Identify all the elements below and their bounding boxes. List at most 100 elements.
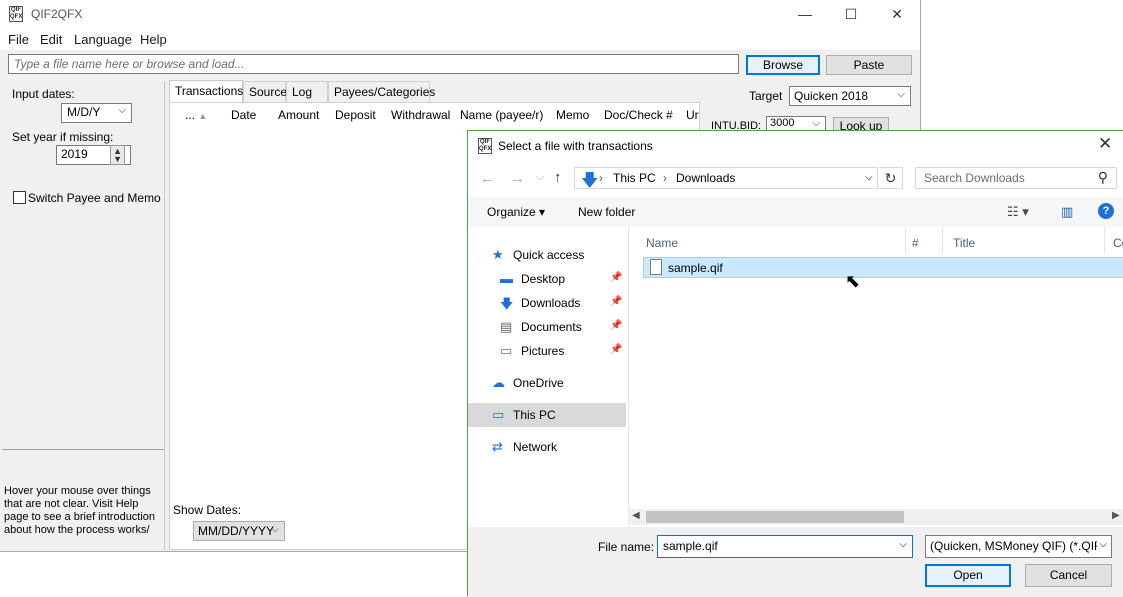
- file-list-pane: Name # Title Co sample.qif ⬉: [628, 227, 1123, 527]
- input-dates-label: Input dates:: [12, 87, 75, 101]
- switch-payee-memo-checkbox[interactable]: [13, 191, 26, 204]
- nav-item-onedrive[interactable]: ☁ OneDrive: [468, 371, 626, 395]
- nav-item-pictures[interactable]: ▭ Pictures 📌: [468, 339, 626, 363]
- breadcrumb-downloads[interactable]: Downloads: [676, 171, 735, 185]
- breadcrumb-separator-icon: ›: [663, 171, 667, 185]
- menu-file[interactable]: File: [8, 32, 29, 47]
- column-header-withdrawal[interactable]: Withdrawal: [391, 108, 450, 122]
- scroll-left-icon[interactable]: ◀: [632, 510, 640, 521]
- open-button[interactable]: Open: [925, 564, 1011, 587]
- chevron-down-icon: ⌵: [271, 524, 279, 535]
- file-type-select[interactable]: (Quicken, MSMoney QIF) (*.QIF ⌵: [925, 535, 1112, 558]
- breadcrumb-this-pc[interactable]: This PC: [613, 171, 656, 185]
- window-title: QIF2QFX: [31, 7, 83, 21]
- minimize-button[interactable]: —: [782, 0, 828, 30]
- star-icon: ★: [492, 247, 504, 262]
- date-format-value: M/D/Y: [67, 105, 101, 119]
- pin-icon[interactable]: 📌: [610, 320, 622, 331]
- column-header-deposit[interactable]: Deposit: [335, 108, 376, 122]
- nav-item-network[interactable]: ⇄ Network: [468, 435, 626, 459]
- search-input[interactable]: Search Downloads ⚲: [915, 167, 1117, 189]
- paste-button[interactable]: Paste: [826, 55, 912, 75]
- column-header-title[interactable]: Title: [953, 236, 975, 250]
- browse-button[interactable]: Browse: [746, 55, 820, 75]
- pin-icon[interactable]: 📌: [610, 344, 622, 355]
- column-header-contributing[interactable]: Co: [1113, 236, 1123, 250]
- column-header-ur[interactable]: Ur: [686, 108, 699, 122]
- title-bar: QIF QFX QIF2QFX — ☐ ✕: [0, 0, 920, 30]
- column-header-doc-check[interactable]: Doc/Check #: [604, 108, 673, 122]
- recent-locations-icon[interactable]: ⌵: [536, 171, 544, 184]
- file-name-value: sample.qif: [663, 539, 718, 553]
- breadcrumb-separator-icon: ›: [599, 171, 603, 185]
- column-header-more[interactable]: ... ▲: [185, 108, 207, 122]
- show-dates-label: Show Dates:: [173, 503, 242, 517]
- navigation-pane: ★ Quick access ▬ Desktop 📌 🡇 Downloads 📌…: [468, 227, 628, 527]
- nav-item-quick-access[interactable]: ★ Quick access: [468, 243, 626, 267]
- chevron-down-icon[interactable]: ⌵: [865, 172, 873, 183]
- new-folder-button[interactable]: New folder: [578, 205, 635, 219]
- year-spinner[interactable]: 2019 ▲ ▼: [56, 145, 131, 165]
- nav-item-desktop[interactable]: ▬ Desktop 📌: [468, 267, 626, 291]
- nav-item-downloads[interactable]: 🡇 Downloads 📌: [468, 291, 626, 315]
- file-icon: [650, 259, 662, 275]
- column-header-date[interactable]: Date: [231, 108, 256, 122]
- year-value: 2019: [61, 147, 88, 161]
- download-icon: 🡇: [500, 296, 514, 311]
- menu-edit[interactable]: Edit: [40, 32, 62, 47]
- spinner-icon[interactable]: ▲ ▼: [110, 145, 125, 165]
- menu-language[interactable]: Language: [74, 32, 132, 47]
- date-format-select[interactable]: M/D/Y ⌵: [61, 103, 132, 123]
- up-arrow-icon[interactable]: ↑: [554, 169, 562, 186]
- chevron-down-icon[interactable]: ⌵: [899, 539, 907, 550]
- view-options-icon[interactable]: ☷ ▾: [1007, 204, 1029, 220]
- file-name-input[interactable]: sample.qif ⌵: [657, 535, 913, 558]
- dialog-title-bar: QIF QFX Select a file with transactions …: [468, 131, 1123, 161]
- file-path-input[interactable]: Type a file name here or browse and load…: [8, 54, 739, 74]
- maximize-button[interactable]: ☐: [828, 0, 874, 30]
- column-header-number[interactable]: #: [912, 236, 919, 250]
- organize-button[interactable]: Organize ▾: [487, 205, 545, 219]
- app-icon: QIF QFX: [478, 138, 492, 154]
- refresh-icon[interactable]: ↻: [879, 167, 903, 189]
- preview-pane-icon[interactable]: ▥: [1061, 204, 1073, 220]
- tab-transactions[interactable]: Transactions: [169, 80, 243, 103]
- address-bar[interactable]: 🡇 › This PC › Downloads ⌵: [574, 167, 878, 190]
- target-value: Quicken 2018: [794, 89, 869, 103]
- column-divider[interactable]: [905, 227, 906, 253]
- file-row[interactable]: sample.qif: [643, 257, 1123, 278]
- pin-icon[interactable]: 📌: [610, 296, 622, 307]
- scrollbar-thumb[interactable]: [646, 511, 904, 523]
- help-hint-text: Hover your mouse over things that are no…: [4, 485, 156, 536]
- download-folder-icon: 🡇: [581, 171, 599, 190]
- tab-log[interactable]: Log: [286, 81, 328, 102]
- mouse-cursor-icon: ⬉: [845, 271, 861, 291]
- column-divider[interactable]: [1104, 227, 1105, 253]
- help-icon[interactable]: ?: [1098, 203, 1114, 219]
- dialog-title: Select a file with transactions: [498, 139, 653, 153]
- cancel-button[interactable]: Cancel: [1025, 564, 1112, 587]
- search-placeholder: Search Downloads: [924, 171, 1025, 185]
- tab-payees-categories[interactable]: Payees/Categories: [328, 81, 435, 102]
- menu-help[interactable]: Help: [140, 32, 167, 47]
- scroll-right-icon[interactable]: ▶: [1112, 510, 1120, 521]
- forward-arrow-icon[interactable]: →: [510, 170, 525, 187]
- desktop-icon: ▬: [500, 271, 513, 286]
- tab-source[interactable]: Source: [243, 81, 287, 102]
- close-button[interactable]: ✕: [874, 0, 920, 30]
- column-header-name[interactable]: Name (payee/r): [460, 108, 543, 122]
- back-arrow-icon[interactable]: ←: [480, 170, 495, 187]
- nav-item-documents[interactable]: ▤ Documents 📌: [468, 315, 626, 339]
- column-header-name[interactable]: Name: [646, 236, 678, 250]
- pin-icon[interactable]: 📌: [610, 272, 622, 283]
- nav-item-this-pc[interactable]: ▭ This PC: [468, 403, 626, 427]
- column-header-memo[interactable]: Memo: [556, 108, 589, 122]
- column-divider[interactable]: [942, 227, 943, 253]
- dialog-footer: File name: sample.qif ⌵ (Quicken, MSMone…: [468, 527, 1123, 597]
- column-header-amount[interactable]: Amount: [278, 108, 319, 122]
- dialog-close-button[interactable]: ✕: [1098, 134, 1112, 154]
- documents-icon: ▤: [500, 319, 513, 334]
- target-select[interactable]: Quicken 2018 ⌵: [789, 86, 911, 106]
- horizontal-scrollbar[interactable]: ◀ ▶: [628, 509, 1123, 525]
- show-dates-select[interactable]: MM/DD/YYYY ⌵: [193, 521, 285, 541]
